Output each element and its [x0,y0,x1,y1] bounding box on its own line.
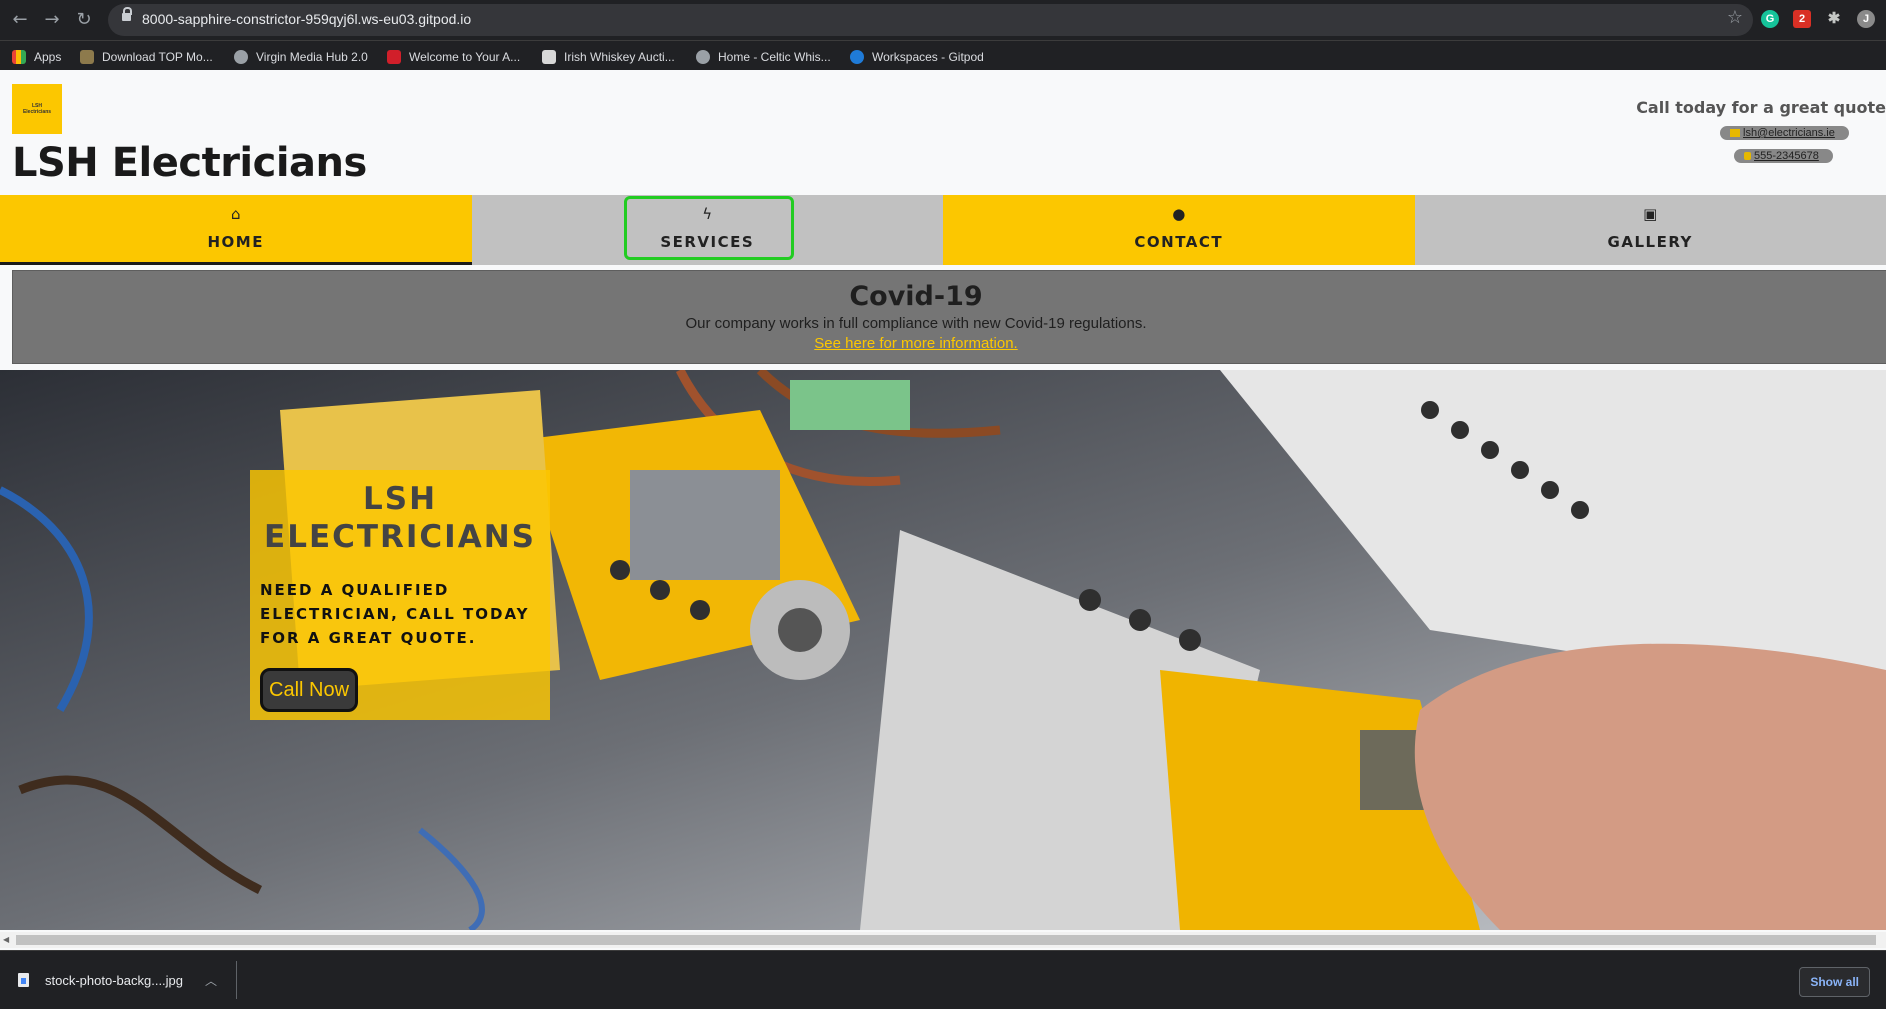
url-text[interactable]: 8000-sapphire-constrictor-959qyj6l.ws-eu… [142,11,471,27]
annotation-highlight [624,196,794,260]
bookmark-label: Home - Celtic Whis... [718,50,831,64]
nav-contact-label: CONTACT [943,233,1415,251]
show-all-downloads-button[interactable]: Show all [1799,967,1870,997]
hero-heading: LSH ELECTRICIANS [250,480,550,556]
nav-home[interactable]: ⌂ HOME [0,195,472,265]
nav-home-label: HOME [0,233,472,251]
forward-arrow-icon[interactable]: → [40,8,64,32]
grammarly-extension-icon[interactable]: G [1761,10,1779,28]
covid-more-info-link[interactable]: See here for more information. [0,335,1856,352]
page-icon [542,50,556,64]
hero-callout-card: LSH ELECTRICIANS NEED A QUALIFIED ELECTR… [250,470,550,720]
download-divider [236,961,237,999]
bookmark-star-icon[interactable]: ☆ [1727,7,1743,28]
email-link[interactable]: lsh@electricians.ie [1720,126,1849,140]
logo-line-2: Electricians [23,109,51,115]
back-arrow-icon[interactable]: ← [8,8,32,32]
home-icon: ⌂ [0,205,472,223]
apps-grid-icon [12,50,26,64]
bookmark-label: Welcome to Your A... [409,50,520,64]
bookmark-label: Apps [34,50,61,64]
nav-gallery[interactable]: ▣ GALLERY [1415,195,1886,265]
horizontal-scrollbar[interactable]: ◀ [0,932,1886,948]
email-text: lsh@electricians.ie [1743,127,1835,139]
covid-title: Covid-19 [0,281,1856,312]
bookmarks-bar: Apps Download TOP Mo... Virgin Media Hub… [0,40,1886,71]
image-icon: ▣ [1415,205,1886,223]
bookmark-apps[interactable]: Apps [12,48,61,66]
download-file-name: stock-photo-backg....jpg [45,973,183,988]
nav-contact[interactable]: ● CONTACT [943,195,1415,265]
chevron-up-icon[interactable]: ︿ [205,972,217,989]
covid-banner: Covid-19 Our company works in full compl… [12,270,1886,364]
covid-text: Our company works in full compliance wit… [0,315,1856,332]
bookmark-label: Virgin Media Hub 2.0 [256,50,368,64]
envelope-icon [1730,129,1740,137]
phone-text: 555-2345678 [1754,150,1819,162]
address-bar[interactable]: 8000-sapphire-constrictor-959qyj6l.ws-eu… [108,4,1753,36]
nav-gallery-label: GALLERY [1415,233,1886,251]
extension-badge-icon[interactable]: 2 [1793,10,1811,28]
reload-icon[interactable]: ↻ [72,8,96,32]
file-image-icon [18,973,29,987]
scrollbar-thumb[interactable] [16,935,1876,945]
site-title: LSH Electricians [12,140,367,186]
phone-link[interactable]: 555-2345678 [1734,149,1833,163]
browser-toolbar: ← → ↻ 8000-sapphire-constrictor-959qyj6l… [0,0,1886,40]
eir-icon [387,50,401,64]
shield-icon [80,50,94,64]
gitpod-icon [850,50,864,64]
hero-subheading: NEED A QUALIFIED ELECTRICIAN, CALL TODAY… [260,578,550,650]
bookmark-gitpod[interactable]: Workspaces - Gitpod [850,48,984,66]
page-viewport: LSH Electricians LSH Electricians Call t… [0,70,1886,950]
download-shelf: stock-photo-backg....jpg ︿ Show all [0,950,1886,1009]
globe-icon [696,50,710,64]
bookmark-label: Download TOP Mo... [102,50,213,64]
profile-avatar[interactable]: J [1857,10,1875,28]
main-navigation: ⌂ HOME ϟ SERVICES ● CONTACT ▣ GALLERY [0,195,1886,265]
hero-section: LSH ELECTRICIANS NEED A QUALIFIED ELECTR… [0,370,1886,930]
extensions-puzzle-icon[interactable]: ✱ [1825,10,1843,28]
company-logo[interactable]: LSH Electricians [12,84,62,134]
phone-icon [1744,152,1751,160]
download-item[interactable]: stock-photo-backg....jpg ︿ [18,963,217,997]
bookmark-label: Irish Whiskey Aucti... [564,50,675,64]
scroll-left-arrow-icon[interactable]: ◀ [3,935,9,944]
lock-icon [122,13,131,21]
call-now-button[interactable]: Call Now [260,668,358,712]
bookmark-download-top[interactable]: Download TOP Mo... [80,48,213,66]
bookmark-virgin-media[interactable]: Virgin Media Hub 2.0 [234,48,368,66]
comment-icon: ● [943,205,1415,223]
bookmark-whiskey-auction[interactable]: Irish Whiskey Aucti... [542,48,675,66]
bookmark-welcome[interactable]: Welcome to Your A... [387,48,520,66]
bookmark-label: Workspaces - Gitpod [872,50,984,64]
call-today-text: Call today for a great quote [1636,98,1886,117]
bookmark-celtic-whiskey[interactable]: Home - Celtic Whis... [696,48,831,66]
globe-icon [234,50,248,64]
